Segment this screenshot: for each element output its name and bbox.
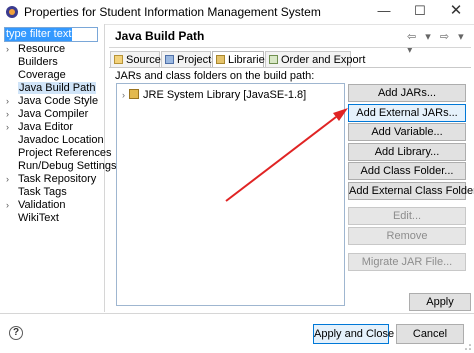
add-library-button[interactable]: Add Library...	[348, 143, 466, 161]
title-bar: Properties for Student Information Manag…	[0, 0, 474, 25]
tabs-divider	[109, 67, 471, 68]
tree-item-validation[interactable]: › Validation	[6, 199, 66, 212]
add-variable-button[interactable]: Add Variable...	[348, 123, 466, 141]
tree-item-resource[interactable]: › Resource	[6, 43, 65, 56]
eclipse-app-icon	[6, 6, 18, 18]
property-page-tree: type filter text › Resource Builders Cove…	[0, 24, 116, 312]
title-divider	[109, 47, 471, 48]
order-export-icon	[269, 55, 278, 64]
filter-input-text: type filter text	[5, 28, 73, 41]
minimize-button[interactable]: —	[366, 0, 402, 24]
tree-item-wikitext[interactable]: WikiText	[6, 212, 59, 225]
maximize-button[interactable]: ☐	[402, 0, 438, 24]
tree-item-java-code-style[interactable]: › Java Code Style	[6, 95, 98, 108]
edit-button[interactable]: Edit...	[348, 207, 466, 225]
java-build-path-page: Java Build Path ⇦ ▾ ⇨ ▾ ▾ Source Project…	[105, 24, 474, 312]
tree-item-builders[interactable]: Builders	[6, 56, 58, 69]
tree-item-run-debug-settings[interactable]: Run/Debug Settings	[6, 160, 116, 173]
tree-item-java-build-path[interactable]: Java Build Path	[6, 82, 97, 95]
add-external-jars-button[interactable]: Add External JARs...	[348, 104, 466, 122]
tree-item-task-tags[interactable]: Task Tags	[6, 186, 67, 199]
expand-chevron-icon[interactable]: ›	[6, 95, 18, 108]
tree-item-task-repository[interactable]: › Task Repository	[6, 173, 96, 186]
close-button[interactable]: ✕	[438, 0, 474, 24]
apply-button[interactable]: Apply	[409, 293, 471, 311]
source-folder-icon	[114, 55, 123, 64]
tree-item-java-editor[interactable]: › Java Editor	[6, 121, 73, 134]
add-class-folder-button[interactable]: Add Class Folder...	[348, 162, 466, 180]
remove-button[interactable]: Remove	[348, 227, 466, 245]
page-title: Java Build Path	[115, 29, 205, 43]
tree-item-javadoc-location[interactable]: Javadoc Location	[6, 134, 104, 147]
libraries-icon	[216, 55, 225, 64]
tab-order-and-export[interactable]: Order and Export	[265, 51, 365, 67]
window-title: Properties for Student Information Manag…	[24, 5, 321, 19]
tab-projects[interactable]: Projects	[161, 51, 217, 67]
expand-chevron-icon[interactable]: ›	[6, 173, 18, 186]
apply-and-close-button[interactable]: Apply and Close	[313, 324, 394, 344]
expand-chevron-icon[interactable]: ›	[6, 43, 18, 56]
expand-chevron-icon[interactable]: ›	[6, 108, 18, 121]
tab-source[interactable]: Source	[110, 51, 161, 67]
history-nav-arrows[interactable]: ⇦ ▾ ⇨ ▾ ▾	[407, 30, 474, 56]
tree-item-java-compiler[interactable]: › Java Compiler	[6, 108, 88, 121]
resize-grip-icon[interactable]	[464, 343, 472, 351]
projects-icon	[165, 55, 174, 64]
tab-libraries[interactable]: Libraries	[212, 51, 270, 68]
list-item[interactable]: › JRE System Library [JavaSE-1.8]	[122, 89, 306, 101]
cancel-button[interactable]: Cancel	[396, 324, 464, 344]
expand-chevron-icon[interactable]: ›	[6, 121, 18, 134]
help-icon[interactable]: ?	[9, 326, 23, 340]
tree-item-coverage[interactable]: Coverage	[6, 69, 66, 82]
library-jar-icon	[129, 89, 139, 99]
expand-chevron-icon[interactable]: ›	[122, 90, 125, 100]
add-external-class-folder-button[interactable]: Add External Class Folder...	[348, 182, 474, 200]
expand-chevron-icon[interactable]: ›	[6, 199, 18, 212]
library-list[interactable]: › JRE System Library [JavaSE-1.8]	[116, 83, 345, 306]
library-entry-label: JRE System Library [JavaSE-1.8]	[143, 89, 307, 101]
add-jars-button[interactable]: Add JARs...	[348, 84, 466, 102]
footer-divider	[0, 313, 474, 314]
build-path-label: JARs and class folders on the build path…	[115, 70, 315, 82]
migrate-jar-button[interactable]: Migrate JAR File...	[348, 253, 466, 271]
tree-item-project-references[interactable]: Project References	[6, 147, 112, 160]
